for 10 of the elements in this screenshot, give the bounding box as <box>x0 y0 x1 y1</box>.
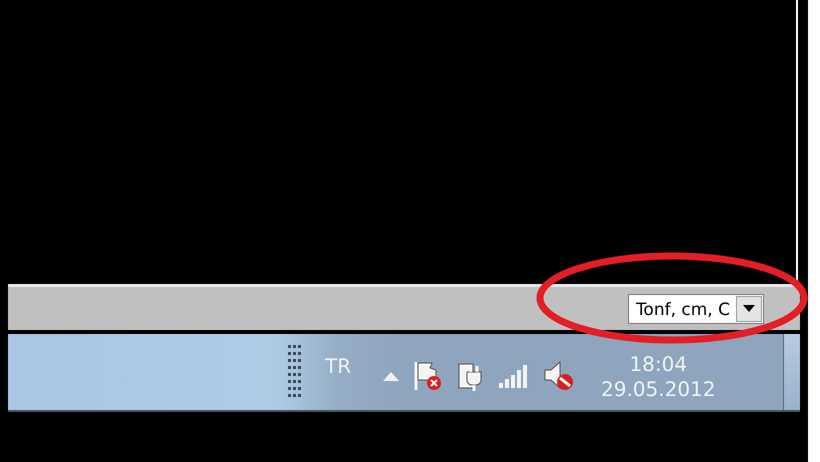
language-indicator[interactable]: TR <box>325 354 383 378</box>
flag-icon[interactable] <box>413 360 443 392</box>
clock[interactable]: 18:04 29.05.2012 <box>601 352 716 402</box>
units-dropdown[interactable]: Tonf, cm, C <box>628 294 764 324</box>
clock-time: 18:04 <box>629 352 688 377</box>
clock-date: 29.05.2012 <box>601 377 716 402</box>
grip-icon <box>288 344 301 400</box>
show-desktop-button[interactable] <box>783 334 800 410</box>
speaker-muted-icon[interactable] <box>543 360 575 392</box>
caret-icon <box>743 305 755 312</box>
